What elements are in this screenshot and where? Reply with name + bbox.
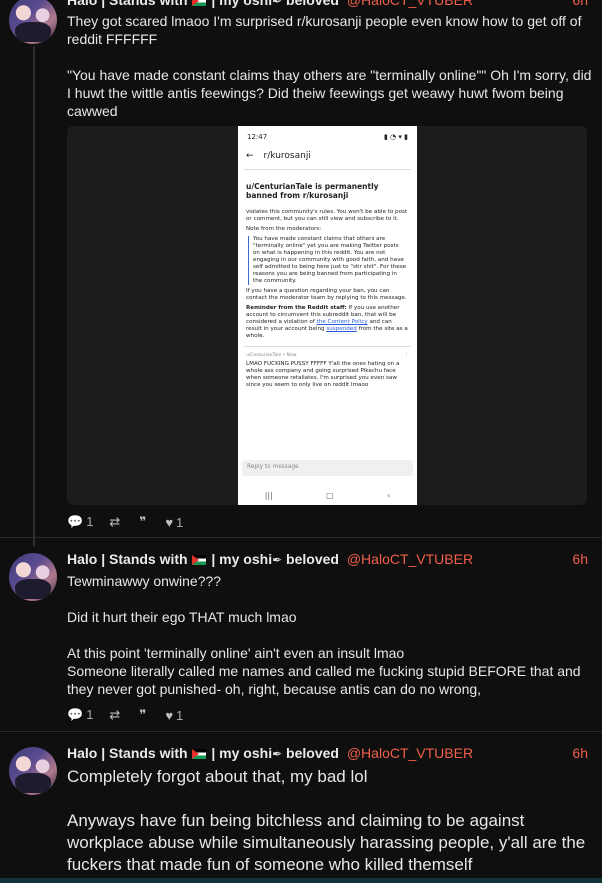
heart-icon: ♥	[165, 707, 174, 723]
reply-button[interactable]: 💬 1	[67, 514, 93, 530]
status-icons: ▮ ◔ ▾ ▮	[383, 133, 408, 141]
repost-icon: ⇄	[109, 707, 121, 722]
post-header: Halo | Stands with | my oshi✒ beloved @H…	[67, 745, 473, 761]
quote-button[interactable]: ❞	[139, 707, 149, 723]
divider	[0, 731, 602, 732]
reply-count: 1	[86, 514, 94, 529]
author-handle[interactable]: @HaloCT_VTUBER	[347, 745, 473, 761]
suspended-link: suspended	[326, 326, 357, 332]
ban-text: Note from the moderators:	[246, 226, 322, 232]
thread-line	[33, 46, 35, 546]
heart-icon: ♥	[165, 514, 174, 530]
author-tail: beloved	[286, 551, 339, 567]
like-button[interactable]: ♥ 1	[165, 515, 183, 530]
avatar[interactable]	[9, 553, 57, 601]
content-policy-link: the Content Policy	[316, 319, 368, 325]
like-button[interactable]: ♥ 1	[165, 708, 183, 723]
pen-icon: ✒	[272, 0, 283, 8]
phone-status-bar: 12:47 ▮ ◔ ▾ ▮	[238, 126, 417, 141]
phone-nav: ← r/kurosanji	[238, 141, 417, 169]
post-paragraph: Someone literally called me names and ca…	[67, 663, 581, 697]
message-author: u/CenturianTale • Now	[246, 353, 297, 358]
author-suffix: | my oshi	[211, 745, 273, 761]
post-paragraph: Completely forgot about that, my bad lol	[67, 767, 368, 786]
author-tail: beloved	[286, 0, 339, 8]
system-nav-bar: ||| ▢ ‹	[238, 491, 417, 500]
post-paragraph: At this point 'terminally online' ain't …	[67, 645, 405, 661]
divider	[244, 346, 411, 347]
pen-icon: ✒	[272, 747, 283, 761]
more-icon: ⋮	[404, 353, 410, 358]
ban-text: If you have a question regarding your ba…	[246, 288, 407, 301]
home-icon: ▢	[326, 491, 334, 500]
avatar[interactable]	[9, 747, 57, 795]
post-paragraph: They got scared lmaoo I'm surprised r/ku…	[67, 13, 582, 47]
pen-icon: ✒	[272, 553, 283, 567]
author-handle[interactable]: @HaloCT_VTUBER	[347, 0, 473, 8]
like-count: 1	[176, 514, 184, 530]
post-body: They got scared lmaoo I'm surprised r/ku…	[67, 12, 592, 120]
reply-count: 1	[86, 707, 94, 722]
author-name[interactable]: Halo | Stands with	[67, 745, 188, 761]
staff-reminder-label: Reminder from the Reddit staff:	[246, 305, 347, 311]
author-suffix: | my oshi	[211, 0, 273, 8]
back-arrow-icon: ←	[246, 151, 254, 161]
author-suffix: | my oshi	[211, 551, 273, 567]
repost-button[interactable]: ⇄	[109, 514, 123, 530]
palestine-flag-icon	[192, 0, 207, 6]
ban-text: violates this community's rules. You won…	[246, 209, 408, 222]
mod-note: You have made constant claims that other…	[248, 236, 407, 285]
post-body: Completely forgot about that, my bad lol…	[67, 766, 592, 876]
reply-icon: 💬	[67, 707, 84, 722]
status-time: 12:47	[247, 133, 268, 141]
post-header: Halo | Stands with | my oshi✒ beloved @H…	[67, 551, 473, 567]
back-icon: ‹	[387, 491, 391, 500]
nav-title: r/kurosanji	[263, 151, 311, 161]
bottom-bar	[0, 878, 602, 883]
message-text: LMAO FUCKING PUSSY FFFFF Y'all the ones …	[246, 361, 400, 388]
author-handle[interactable]: @HaloCT_VTUBER	[347, 551, 473, 567]
reply-input: Reply to message	[242, 460, 413, 476]
author-tail: beloved	[286, 745, 339, 761]
palestine-flag-icon	[192, 555, 207, 565]
post-time[interactable]: 6h	[572, 0, 588, 8]
reply-icon: 💬	[67, 514, 84, 529]
repost-icon: ⇄	[109, 514, 121, 529]
message-meta: u/CenturianTale • Now ⋮	[238, 353, 417, 358]
post-paragraph: Tewminawwy onwine???	[67, 573, 222, 589]
ban-title: u/CenturianTale is permanently banned fr…	[246, 182, 379, 200]
quote-button[interactable]: ❞	[139, 514, 149, 530]
post-paragraph: Did it hurt their ego THAT much lmao	[67, 609, 297, 625]
post-actions: 💬 1 ⇄ ❞ ♥ 1	[67, 707, 183, 723]
quote-icon: ❞	[139, 707, 147, 722]
quote-icon: ❞	[139, 514, 147, 529]
palestine-flag-icon	[192, 749, 207, 759]
recent-apps-icon: |||	[264, 491, 273, 500]
post-paragraph: Anyways have fun being bitchless and cla…	[67, 811, 586, 874]
post-time[interactable]: 6h	[572, 745, 588, 761]
post-actions: 💬 1 ⇄ ❞ ♥ 1	[67, 514, 183, 530]
like-count: 1	[176, 707, 184, 723]
post-header: Halo | Stands with | my oshi✒ beloved @H…	[67, 0, 473, 8]
divider	[0, 537, 602, 538]
post-body: Tewminawwy onwine??? Did it hurt their e…	[67, 572, 592, 698]
reply-button[interactable]: 💬 1	[67, 707, 93, 723]
attached-screenshot[interactable]: 12:47 ▮ ◔ ▾ ▮ ← r/kurosanji u/CenturianT…	[238, 126, 417, 505]
post-time[interactable]: 6h	[572, 551, 588, 567]
author-name[interactable]: Halo | Stands with	[67, 0, 188, 8]
post-paragraph: "You have made constant claims thay othe…	[67, 67, 592, 119]
repost-button[interactable]: ⇄	[109, 707, 123, 723]
avatar[interactable]	[9, 0, 57, 44]
author-name[interactable]: Halo | Stands with	[67, 551, 188, 567]
staff-reminder: Reminder from the Reddit staff: If you u…	[238, 305, 417, 340]
